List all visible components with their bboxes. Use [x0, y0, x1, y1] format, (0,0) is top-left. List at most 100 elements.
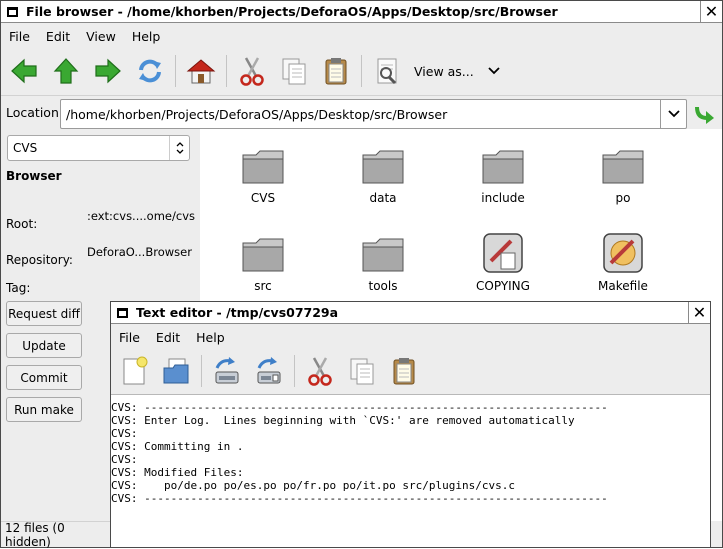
toolbar-separator — [175, 55, 176, 87]
save-as-icon — [257, 357, 281, 384]
editor-window-title: Text editor - /tmp/cvs07729a — [136, 305, 339, 320]
file-item-po[interactable]: po — [573, 147, 673, 205]
copy-button[interactable] — [341, 350, 383, 392]
refresh-icon — [139, 59, 161, 83]
file-item-tools[interactable]: tools — [333, 235, 433, 293]
copy-icon — [350, 358, 374, 385]
file-name: include — [481, 191, 525, 205]
menu-view[interactable]: View — [78, 29, 124, 44]
close-icon[interactable]: ✕ — [688, 301, 710, 324]
editor-text-area[interactable]: CVS: -----------------------------------… — [111, 394, 710, 547]
folder-icon — [482, 150, 524, 184]
update-button[interactable]: Update — [6, 333, 82, 358]
run-make-button[interactable]: Run make — [6, 397, 82, 422]
plugin-select-value: CVS — [13, 141, 38, 155]
folder-icon — [242, 238, 284, 272]
root-value: :ext:cvs....ome/cvs — [87, 209, 195, 223]
editor-line: CVS: -----------------------------------… — [111, 401, 608, 414]
status-bar: 12 files (0 hidden) — [1, 521, 111, 549]
new-button[interactable] — [113, 350, 155, 392]
editor-line: CVS: Committing in . — [111, 440, 244, 453]
save-as-button[interactable] — [248, 350, 290, 392]
home-button[interactable] — [180, 50, 222, 92]
text-document-icon — [483, 233, 523, 273]
properties-button[interactable] — [366, 50, 408, 92]
editor-menubar: File Edit Help — [111, 326, 710, 348]
close-icon[interactable]: ✕ — [700, 0, 722, 23]
plugin-select[interactable]: CVS — [7, 135, 190, 161]
editor-line: CVS: — [111, 453, 138, 466]
makefile-icon — [603, 233, 643, 273]
up-button[interactable] — [45, 50, 87, 92]
folder-icon — [602, 150, 644, 184]
back-arrow-icon — [11, 58, 37, 84]
paste-icon — [325, 58, 347, 85]
editor-line: CVS: -----------------------------------… — [111, 492, 608, 505]
file-item-makefile[interactable]: Makefile — [573, 231, 673, 293]
properties-icon — [377, 58, 397, 85]
file-name: Makefile — [598, 279, 648, 293]
location-combo[interactable]: /home/khorben/Projects/DeforaOS/Apps/Des… — [60, 99, 687, 129]
file-name: po — [615, 191, 631, 205]
repository-value: DeforaO...Browser — [87, 245, 192, 259]
home-icon — [186, 59, 216, 84]
toolbar-separator — [201, 355, 202, 387]
new-document-icon — [123, 356, 148, 385]
editor-toolbar — [111, 350, 710, 392]
location-bar: Location: /home/khorben/Projects/DeforaO… — [1, 95, 722, 129]
forward-button[interactable] — [87, 50, 129, 92]
browser-menubar: File Edit View Help — [1, 25, 722, 47]
commit-button[interactable]: Commit — [6, 365, 82, 390]
file-item-cvs[interactable]: CVS — [213, 147, 313, 205]
file-item-src[interactable]: src — [213, 235, 313, 293]
file-item-include[interactable]: include — [453, 147, 553, 205]
location-dropdown-button[interactable] — [660, 100, 686, 128]
view-as-dropdown[interactable]: View as... — [414, 56, 500, 86]
toolbar-separator — [294, 355, 295, 387]
toolbar-separator — [226, 55, 227, 87]
open-icon — [163, 358, 189, 384]
editor-line: CVS: po/de.po po/es.po po/fr.po po/it.po… — [111, 479, 515, 492]
paste-button[interactable] — [383, 350, 425, 392]
forward-arrow-icon — [95, 58, 121, 84]
editor-titlebar[interactable]: Text editor - /tmp/cvs07729a ✕ — [111, 301, 710, 324]
back-button[interactable] — [3, 50, 45, 92]
file-name: CVS — [250, 191, 276, 205]
browser-titlebar[interactable]: File browser - /home/khorben/Projects/De… — [1, 0, 722, 23]
cut-button[interactable] — [231, 50, 273, 92]
cut-button[interactable] — [299, 350, 341, 392]
save-button[interactable] — [206, 350, 248, 392]
window-menu-icon[interactable] — [7, 6, 18, 17]
copy-button[interactable] — [273, 50, 315, 92]
file-name: src — [254, 279, 272, 293]
repository-label: Repository: — [6, 253, 73, 267]
sidebar-heading: Browser — [6, 169, 62, 183]
paste-icon — [393, 358, 415, 385]
paste-button[interactable] — [315, 50, 357, 92]
menu-help[interactable]: Help — [188, 330, 233, 345]
menu-help[interactable]: Help — [124, 29, 169, 44]
menu-edit[interactable]: Edit — [148, 330, 188, 345]
menu-file[interactable]: File — [111, 330, 148, 345]
file-item-copying[interactable]: COPYING — [453, 231, 553, 293]
location-label: Location: — [6, 105, 64, 120]
go-icon — [695, 106, 714, 124]
save-icon — [215, 357, 239, 384]
open-button[interactable] — [155, 350, 197, 392]
window-menu-icon[interactable] — [117, 307, 128, 318]
view-as-label: View as... — [414, 63, 474, 79]
go-button[interactable] — [692, 101, 718, 127]
refresh-button[interactable] — [129, 50, 171, 92]
scissors-icon — [240, 57, 264, 86]
location-input[interactable]: /home/khorben/Projects/DeforaOS/Apps/Des… — [61, 107, 660, 122]
menu-edit[interactable]: Edit — [38, 29, 78, 44]
file-name: COPYING — [476, 279, 530, 293]
request-diff-button[interactable]: Request diff — [6, 301, 82, 326]
folder-icon — [362, 150, 404, 184]
tag-label: Tag: — [6, 281, 31, 295]
menu-file[interactable]: File — [1, 29, 38, 44]
up-arrow-icon — [53, 58, 79, 84]
updown-icon — [169, 136, 189, 160]
file-item-data[interactable]: data — [333, 147, 433, 205]
scissors-icon — [308, 357, 332, 386]
